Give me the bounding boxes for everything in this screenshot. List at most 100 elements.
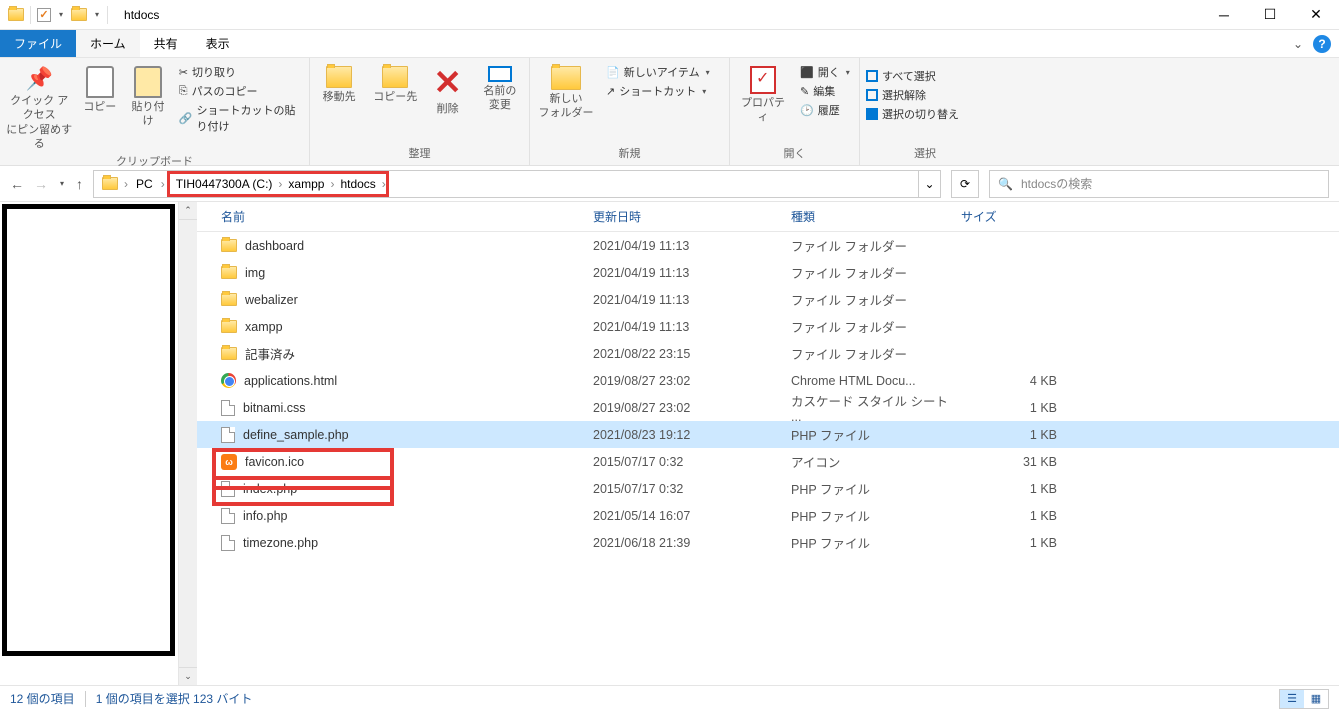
file-name: 記事済み — [245, 344, 295, 363]
sidebar-scrollbar[interactable]: ⌃ ⌄ — [179, 202, 197, 685]
file-row[interactable]: index.php2015/07/17 0:32PHP ファイル1 KB — [197, 475, 1339, 502]
ribbon: 📌 クイック アクセス にピン留めする コピー 貼り付け ✂切り取り ⎘パスのコ… — [0, 58, 1339, 166]
breadcrumb-drive[interactable]: TIH0447300A (C:) — [170, 174, 279, 194]
breadcrumb-xampp[interactable]: xampp — [282, 174, 330, 194]
file-row[interactable]: define_sample.php2021/08/23 19:12PHP ファイ… — [197, 421, 1339, 448]
address-bar-row: ← → ▾ ↑ › PC › TIH0447300A (C:) › xampp … — [0, 166, 1339, 202]
close-button[interactable]: ✕ — [1293, 0, 1339, 30]
copy-to-button[interactable]: コピー先 — [372, 62, 418, 104]
delete-icon: ✕ — [433, 66, 462, 100]
chevron-right-icon[interactable]: › — [161, 177, 165, 191]
edit-button[interactable]: ✎編集 — [800, 83, 852, 99]
paste-button[interactable]: 貼り付け — [127, 62, 169, 129]
search-input[interactable]: 🔍 htdocsの検索 — [989, 170, 1329, 198]
history-dropdown-icon[interactable]: ▾ — [58, 179, 66, 188]
tab-share[interactable]: 共有 — [140, 30, 192, 57]
new-folder-icon — [551, 66, 581, 90]
properties-button[interactable]: プロパティ — [736, 62, 790, 125]
file-tab[interactable]: ファイル — [0, 30, 76, 57]
file-row[interactable]: 記事済み2021/08/22 23:15ファイル フォルダー — [197, 340, 1339, 367]
select-all-button[interactable]: すべて選択 — [866, 68, 959, 84]
copy-path-button[interactable]: ⎘パスのコピー — [179, 83, 303, 99]
qat-item-icon[interactable]: ✓ — [37, 8, 51, 22]
col-type[interactable]: 種類 — [791, 208, 961, 225]
file-icon — [221, 400, 235, 416]
qat-dropdown-icon[interactable]: ▾ — [93, 10, 101, 19]
minimize-button[interactable]: ─ — [1201, 0, 1247, 30]
file-row[interactable]: applications.html2019/08/27 23:02Chrome … — [197, 367, 1339, 394]
highlight-box: TIH0447300A (C:) › xampp › htdocs › — [167, 171, 389, 197]
address-dropdown-icon[interactable]: ⌄ — [918, 171, 940, 197]
select-none-button[interactable]: 選択解除 — [866, 87, 959, 103]
file-name: img — [245, 266, 265, 280]
cut-button[interactable]: ✂切り取り — [179, 64, 303, 80]
ribbon-tabs: ファイル ホーム 共有 表示 ⌄ ? — [0, 30, 1339, 58]
refresh-button[interactable]: ⟳ — [951, 170, 979, 198]
file-row[interactable]: xampp2021/04/19 11:13ファイル フォルダー — [197, 313, 1339, 340]
copy-button[interactable]: コピー — [82, 62, 117, 114]
navigation-pane[interactable] — [0, 202, 179, 685]
cell-date: 2019/08/27 23:02 — [593, 374, 791, 388]
icons-view-button[interactable]: ▦ — [1304, 690, 1328, 708]
cell-date: 2021/04/19 11:13 — [593, 293, 791, 307]
delete-button[interactable]: ✕ 削除 — [428, 62, 466, 116]
cell-name: index.php — [221, 481, 593, 497]
cell-date: 2021/05/14 16:07 — [593, 509, 791, 523]
breadcrumb-htdocs[interactable]: htdocs — [334, 174, 381, 194]
invert-selection-button[interactable]: 選択の切り替え — [866, 106, 959, 122]
address-bar[interactable]: › PC › TIH0447300A (C:) › xampp › htdocs… — [93, 170, 941, 198]
cell-type: PHP ファイル — [791, 425, 961, 444]
back-button[interactable]: ← — [10, 176, 24, 192]
file-row[interactable]: dashboard2021/04/19 11:13ファイル フォルダー — [197, 232, 1339, 259]
separator — [85, 691, 86, 707]
column-headers[interactable]: 名前 更新日時 種類 サイズ — [197, 202, 1339, 232]
help-icon[interactable]: ? — [1313, 35, 1331, 53]
new-folder-button[interactable]: 新しい フォルダー — [536, 62, 596, 121]
forward-button[interactable]: → — [34, 176, 48, 192]
folder-small-icon — [71, 8, 87, 21]
new-shortcut-button[interactable]: ↗ショートカット ▾ — [606, 83, 712, 99]
history-button[interactable]: 🕑履歴 — [800, 102, 852, 118]
file-row[interactable]: ωfavicon.ico2015/07/17 0:32アイコン31 KB — [197, 448, 1339, 475]
group-label: 新規 — [536, 143, 723, 165]
collapse-ribbon-icon[interactable]: ⌄ — [1291, 37, 1305, 51]
cell-name: timezone.php — [221, 535, 593, 551]
cut-icon: ✂ — [179, 66, 188, 79]
file-row[interactable]: timezone.php2021/06/18 21:39PHP ファイル1 KB — [197, 529, 1339, 556]
chevron-right-icon[interactable]: › — [382, 177, 386, 191]
edit-icon: ✎ — [800, 85, 809, 98]
file-row[interactable]: webalizer2021/04/19 11:13ファイル フォルダー — [197, 286, 1339, 313]
copy-icon — [86, 66, 114, 98]
maximize-button[interactable]: ☐ — [1247, 0, 1293, 30]
col-date[interactable]: 更新日時 — [593, 208, 791, 225]
up-button[interactable]: ↑ — [76, 176, 83, 192]
details-view-button[interactable]: ☰ — [1280, 690, 1304, 708]
open-button[interactable]: ⬛開く ▾ — [800, 64, 852, 80]
tab-home[interactable]: ホーム — [76, 30, 140, 57]
move-to-button[interactable]: 移動先 — [316, 62, 362, 104]
breadcrumb-pc[interactable]: PC — [130, 171, 159, 197]
cell-date: 2015/07/17 0:32 — [593, 455, 791, 469]
file-row[interactable]: info.php2021/05/14 16:07PHP ファイル1 KB — [197, 502, 1339, 529]
file-row[interactable]: img2021/04/19 11:13ファイル フォルダー — [197, 259, 1339, 286]
cell-name: webalizer — [221, 293, 593, 307]
rename-button[interactable]: 名前の 変更 — [477, 62, 523, 113]
chevron-right-icon[interactable]: › — [124, 177, 128, 191]
paste-shortcut-button[interactable]: 🔗ショートカットの貼り付け — [179, 102, 303, 134]
scroll-down-icon[interactable]: ⌄ — [179, 667, 197, 685]
pin-quick-access-button[interactable]: 📌 クイック アクセス にピン留めする — [6, 62, 72, 151]
qat-dropdown-icon[interactable]: ▾ — [57, 10, 65, 19]
file-row[interactable]: bitnami.css2019/08/27 23:02カスケード スタイル シー… — [197, 394, 1339, 421]
col-name[interactable]: 名前 — [221, 208, 593, 225]
scroll-up-icon[interactable]: ⌃ — [179, 202, 197, 220]
cell-date: 2021/04/19 11:13 — [593, 266, 791, 280]
cell-size: 1 KB — [961, 428, 1057, 442]
cell-size: 1 KB — [961, 509, 1057, 523]
tab-view[interactable]: 表示 — [192, 30, 244, 57]
new-item-button[interactable]: 📄新しいアイテム ▾ — [606, 64, 712, 80]
col-size[interactable]: サイズ — [961, 208, 1057, 225]
cell-size: 1 KB — [961, 536, 1057, 550]
cell-name: define_sample.php — [221, 427, 593, 443]
item-count: 12 個の項目 — [10, 690, 75, 707]
folder-icon — [221, 347, 237, 360]
